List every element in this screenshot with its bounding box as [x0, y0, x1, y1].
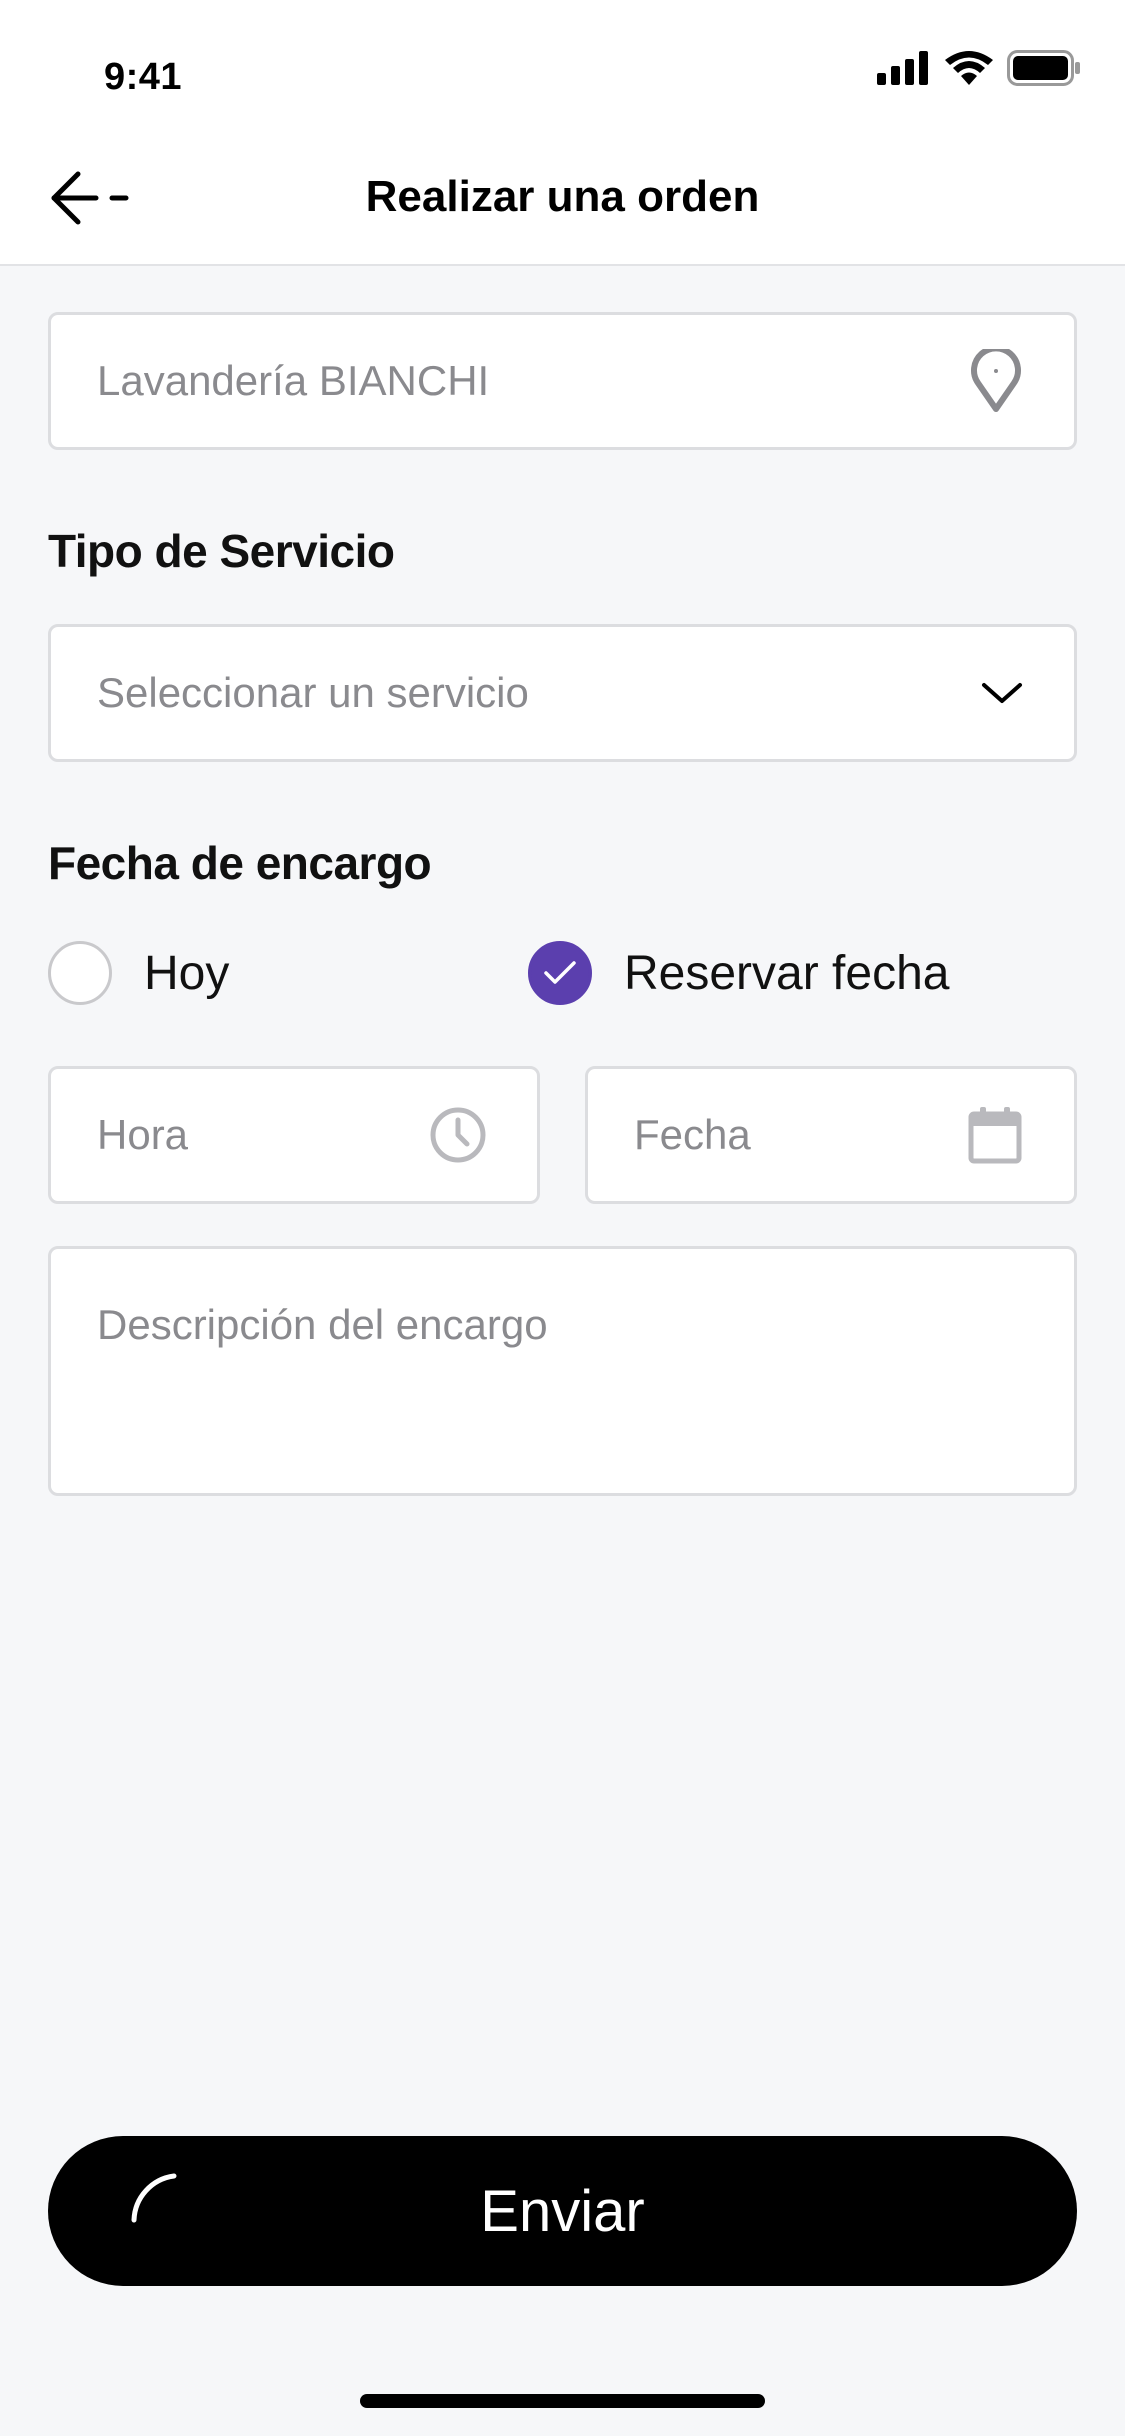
submit-button[interactable]: Enviar — [48, 2136, 1077, 2286]
description-textarea[interactable]: Descripción del encargo — [48, 1246, 1077, 1496]
date-placeholder: Fecha — [634, 1111, 751, 1158]
radio-checked-icon — [528, 941, 592, 1005]
page-title: Realizar una orden — [365, 172, 760, 221]
radio-option-reserve-date[interactable]: Reservar fecha — [528, 940, 949, 1006]
spinner-icon — [131, 2173, 177, 2223]
chevron-down-icon — [980, 679, 1024, 707]
status-bar: 9:41 — [0, 0, 1125, 132]
service-section-label: Tipo de Servicio — [48, 525, 395, 577]
calendar-icon — [968, 1106, 1022, 1164]
wifi-icon — [945, 51, 993, 85]
service-select[interactable]: Seleccionar un servicio — [48, 624, 1077, 762]
service-select-placeholder: Seleccionar un servicio — [97, 669, 529, 716]
radio-label-today: Hoy — [144, 946, 230, 1000]
location-placeholder: Lavandería BIANCHI — [97, 357, 490, 404]
date-section-label: Fecha de encargo — [48, 837, 432, 889]
status-time: 9:41 — [104, 56, 183, 98]
time-field[interactable]: Hora — [48, 1066, 540, 1204]
home-indicator — [360, 2394, 765, 2408]
signal-icon — [877, 51, 928, 85]
radio-unchecked-icon — [48, 941, 112, 1005]
battery-icon — [1007, 50, 1080, 86]
time-placeholder: Hora — [97, 1111, 189, 1158]
radio-label-reserve-date: Reservar fecha — [624, 946, 950, 1000]
nav-bar: Realizar una orden — [0, 132, 1125, 266]
status-icons — [877, 50, 1081, 86]
location-field[interactable]: Lavandería BIANCHI — [48, 312, 1077, 450]
radio-option-today[interactable]: Hoy — [48, 940, 229, 1006]
date-field[interactable]: Fecha — [585, 1066, 1077, 1204]
clock-icon — [429, 1106, 487, 1164]
map-pin-icon — [968, 349, 1024, 413]
checkmark-icon — [544, 961, 576, 984]
submit-button-label: Enviar — [480, 2178, 645, 2244]
description-placeholder: Descripción del encargo — [97, 1301, 548, 1348]
